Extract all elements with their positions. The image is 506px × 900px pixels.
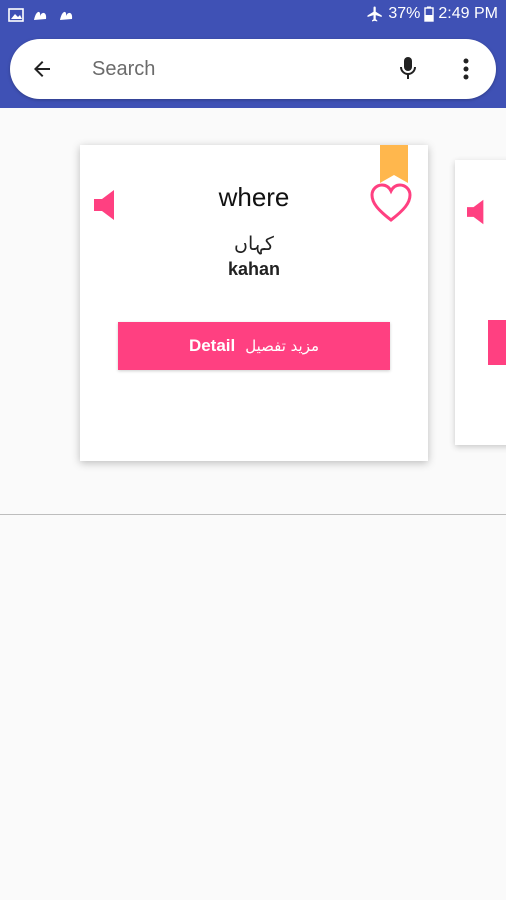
airplane-icon: [367, 6, 383, 22]
battery-icon: [424, 6, 435, 22]
detail-button[interactable]: [488, 320, 506, 365]
mic-icon[interactable]: [396, 55, 420, 83]
word-card[interactable]: where کہاں kahan Detail مزید تفصیل: [80, 145, 428, 461]
search-input[interactable]: Search: [92, 58, 155, 81]
clock: 2:49 PM: [438, 5, 498, 22]
detail-label-english: Detail: [188, 336, 236, 355]
app-icon: [60, 11, 73, 20]
next-word-card[interactable]: [455, 160, 506, 445]
word-urdu: کہاں: [234, 233, 274, 255]
divider: [0, 514, 506, 515]
heart-icon[interactable]: [370, 183, 412, 225]
back-arrow-icon[interactable]: [30, 57, 54, 81]
detail-button[interactable]: Detail مزید تفصیل: [118, 322, 390, 370]
detail-label-urdu: مزید تفصیل: [245, 337, 320, 355]
speaker-icon[interactable]: [467, 198, 485, 226]
battery-percent: 37%: [388, 5, 421, 22]
word-roman-urdu: kahan: [227, 259, 281, 279]
app-icon: [34, 11, 47, 20]
gallery-icon: [8, 8, 24, 22]
more-vert-icon[interactable]: [458, 55, 474, 83]
status-right: 37% 2:49 PM: [366, 5, 498, 23]
bookmark-icon[interactable]: [380, 145, 408, 183]
app-bar: Search: [0, 30, 506, 108]
status-left-icons: [8, 7, 76, 23]
status-bar: 37% 2:49 PM: [0, 0, 506, 30]
search-bar[interactable]: Search: [10, 39, 496, 99]
